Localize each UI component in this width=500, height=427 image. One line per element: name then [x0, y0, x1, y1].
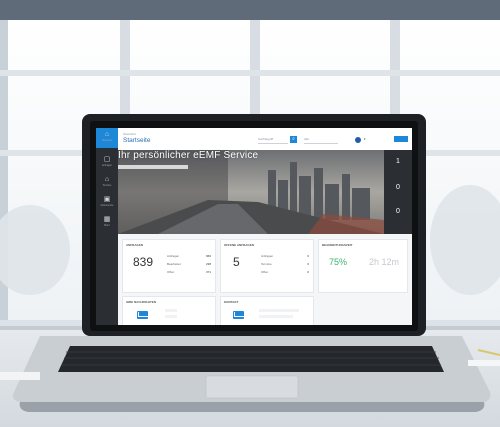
contact-line	[259, 309, 299, 312]
sidebar-item-label: Startseite	[101, 139, 113, 142]
contact-card[interactable]: KONTAKT	[220, 296, 314, 325]
message-line	[165, 315, 177, 318]
sidebar-item-startseite[interactable]: ⌂ Startseite	[96, 131, 118, 142]
row-label: Bearbeitet	[167, 262, 181, 266]
sidebar-item-label: Termine	[102, 184, 112, 187]
row-value: 238	[205, 262, 211, 266]
card-title: OFFENE ANFRAGEN	[224, 243, 254, 247]
card-big-number: 5	[233, 255, 240, 269]
row-label: Termine	[261, 262, 272, 266]
messages-card[interactable]: IHRE NACHRICHTEN	[122, 296, 216, 325]
sidebar-item-anfragen[interactable]: ▢ Anfragen	[96, 156, 118, 167]
card-title: BEARBEITUNGSZEIT	[322, 243, 353, 247]
top-bar: Übersicht Startseite Suchbegriff ⌕ Alle …	[118, 128, 412, 151]
card-big-number: 839	[133, 255, 154, 269]
card-title: IHRE NACHRICHTEN	[126, 300, 156, 304]
mail-icon	[137, 311, 148, 319]
time-value: 2h 12m	[369, 257, 400, 267]
sidebar-item-label: Mehr	[104, 224, 110, 227]
hero-subtitle-bar	[118, 165, 188, 169]
search-icon: ⌕	[292, 136, 295, 142]
avatar[interactable]	[355, 137, 361, 143]
grid-icon: ▦	[103, 216, 111, 223]
sidebar-item-termine[interactable]: ⌂ Termine	[96, 176, 118, 187]
contact-line	[259, 315, 293, 318]
row-value: 0	[307, 262, 309, 266]
notification-panel: 1 0 0	[384, 150, 412, 234]
percentage-value: 75%	[329, 257, 348, 267]
panel-count-3: 0	[396, 208, 400, 215]
document-icon: ▣	[103, 196, 111, 203]
page-title: Startseite	[123, 137, 151, 144]
row-value: 371	[205, 270, 211, 274]
hero-banner	[118, 150, 384, 234]
row-label: Anfragen	[167, 254, 180, 258]
row-value: 0	[307, 270, 309, 274]
stats-card-open[interactable]: OFFENE ANFRAGEN 5 Anfragen 0 Termine 0 O…	[220, 239, 314, 293]
dashboard-screen: ⌂ Startseite ▢ Anfragen ⌂ Termine ▣ Doku…	[96, 128, 412, 325]
home-icon: ⌂	[104, 131, 110, 138]
mail-icon	[233, 311, 244, 319]
card-title: KONTAKT	[224, 300, 239, 304]
message-line	[165, 309, 177, 312]
sidebar-item-mehr[interactable]: ▦ Mehr	[96, 216, 118, 227]
stats-card-time[interactable]: BEARBEITUNGSZEIT 75% 2h 12m	[318, 239, 408, 293]
calendar-icon: ⌂	[104, 176, 110, 183]
panel-count-2: 0	[396, 184, 400, 191]
panel-count-1: 1	[396, 158, 400, 165]
row-value: 0	[307, 254, 309, 258]
breadcrumb: Übersicht	[123, 132, 136, 136]
sidebar-item-label: Dokumente	[100, 204, 114, 207]
search-input[interactable]: Suchbegriff	[258, 137, 288, 144]
filter-select[interactable]: Alle	[304, 137, 338, 144]
row-label: Offen	[261, 270, 269, 274]
chat-icon: ▢	[103, 156, 111, 163]
sidebar-item-dokumente[interactable]: ▣ Dokumente	[96, 196, 118, 207]
row-value: 960	[205, 254, 211, 258]
search-button[interactable]: ⌕	[290, 136, 297, 143]
card-title: ANFRAGEN	[126, 243, 143, 247]
sidebar-item-label: Anfragen	[101, 164, 113, 167]
header-action-button[interactable]	[394, 136, 408, 142]
hero-title: Ihr persönlicher eEMF Service	[118, 150, 259, 161]
user-menu[interactable]: ▾	[364, 137, 366, 141]
row-label: Anfragen	[261, 254, 274, 258]
row-label: Offen	[167, 270, 175, 274]
stats-card-requests[interactable]: ANFRAGEN 839 Anfragen 960 Bearbeitet 238…	[122, 239, 216, 293]
